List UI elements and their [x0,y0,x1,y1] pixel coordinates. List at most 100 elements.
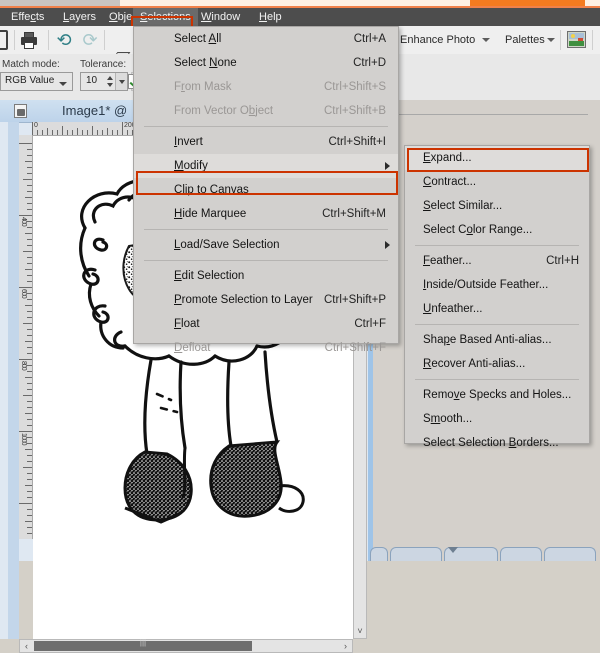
horizontal-scroll-thumb[interactable] [34,641,252,651]
panel-tab-1[interactable] [370,547,388,561]
menu-separator [415,324,579,325]
submenu-item-select-similar[interactable]: Select Similar... [405,194,589,218]
toolbar-separator-2 [48,30,49,50]
menu-label: Shape Based Anti-alias... [423,334,552,346]
menu-label: From Mask [174,81,232,93]
document-left-gutter [0,122,8,639]
menu-accel: Ctrl+F [354,318,386,330]
menu-label: Hide Marquee [174,208,247,220]
tolerance-dropdown-icon[interactable] [115,73,127,90]
selections-dropdown-menu: Select All Ctrl+A Select None Ctrl+D Fro… [133,26,399,354]
undo-icon[interactable]: ⟲ [54,30,74,50]
palette-preview-icon[interactable] [567,31,586,48]
ruler-v-label-400: 400 [20,217,27,226]
menu-item-invert[interactable]: Invert Ctrl+Shift+I [134,130,398,154]
menu-label: Recover Anti-alias... [423,358,526,370]
menu-label: Edit Selection [174,270,245,282]
menu-label: Defloat [174,342,211,354]
menu-item-hide-marquee[interactable]: Hide Marquee Ctrl+Shift+M [134,202,398,226]
submenu-item-remove-specks-and-holes[interactable]: Remove Specks and Holes... [405,383,589,407]
submenu-item-shape-based-anti-alias[interactable]: Shape Based Anti-alias... [405,328,589,352]
palettes-button[interactable]: Palettes [505,31,545,49]
menu-label: Load/Save Selection [174,239,280,251]
submenu-item-expand[interactable]: Expand... [405,146,589,170]
menu-accel: Ctrl+A [353,33,386,45]
top-tab-strip [0,0,600,8]
menu-label: Remove Specks and Holes... [423,389,572,401]
submenu-item-select-selection-borders[interactable]: Select Selection Borders... [405,431,589,455]
submenu-item-unfeather[interactable]: Unfeather... [405,297,589,321]
palettes-chevron-down-icon[interactable] [547,38,555,42]
modify-submenu: Expand... Contract... Select Similar... … [404,145,590,449]
menu-separator [415,245,579,246]
scroll-down-arrow-icon[interactable]: ˅ [354,625,366,638]
menu-separator [144,260,388,261]
match-mode-select[interactable]: RGB Value [0,72,73,91]
menu-separator [144,126,388,127]
menu-item-from-mask: From Mask Ctrl+Shift+S [134,75,398,99]
document-left-band [8,122,19,639]
menu-item-float[interactable]: Float Ctrl+F [134,312,398,336]
menu-item-load-save-selection[interactable]: Load/Save Selection [134,233,398,257]
menu-label: Float [174,318,200,330]
canvas-horizontal-scrollbar[interactable]: ‹ › [19,639,353,653]
menu-label: Select None [174,57,237,69]
submenu-item-contract[interactable]: Contract... [405,170,589,194]
panel-tab-2[interactable] [390,547,442,561]
scroll-right-arrow-icon[interactable]: › [339,640,352,652]
menu-accel: Ctrl+Shift+F [324,342,386,354]
toolbar-separator-5 [560,30,561,50]
menubar-label-effects: Effects [11,11,45,23]
enhance-photo-chevron-down-icon[interactable] [482,38,490,42]
submenu-arrow-icon [385,162,390,170]
menu-label: Promote Selection to Layer [174,294,313,306]
menu-accel: Ctrl+Shift+I [328,136,386,148]
tolerance-stepper[interactable]: 10 [80,72,128,91]
menu-item-edit-selection[interactable]: Edit Selection [134,264,398,288]
submenu-item-recover-anti-alias[interactable]: Recover Anti-alias... [405,352,589,376]
panel-chevron-down-icon[interactable] [448,547,458,553]
menu-label: Inside/Outside Feather... [423,279,549,291]
menubar-item-window[interactable]: Window [194,8,247,26]
menu-item-select-none[interactable]: Select None Ctrl+D [134,51,398,75]
menu-accel: Ctrl+Shift+P [324,294,386,306]
toolbar-separator-3 [104,30,105,50]
redo-icon[interactable]: ⟳ [80,30,100,50]
enhance-photo-button[interactable]: Enhance Photo [400,31,475,49]
menu-item-promote-selection-to-layer[interactable]: Promote Selection to Layer Ctrl+Shift+P [134,288,398,312]
panel-tab-row [370,545,598,561]
menu-item-clip-to-canvas[interactable]: Clip to Canvas [134,178,398,202]
menubar-item-effects[interactable]: Effects [4,8,51,26]
menu-label: From Vector Object [174,105,274,117]
application-window: Effects Layers Objects Selections Window… [0,0,600,653]
menu-label: Smooth... [423,413,473,425]
panel-tab-5[interactable] [544,547,596,561]
menu-accel: Ctrl+D [353,57,386,69]
tolerance-increment-icon[interactable] [107,76,113,80]
printer-icon[interactable] [19,30,39,50]
tolerance-decrement-icon[interactable] [107,83,113,87]
menu-item-defloat: Defloat Ctrl+Shift+F [134,336,398,360]
menu-item-select-all[interactable]: Select All Ctrl+A [134,27,398,51]
menu-label: Select Color Range... [423,224,533,236]
tolerance-label: Tolerance: [80,59,127,70]
menubar-label-help: Help [259,11,282,23]
match-mode-value: RGB Value [5,75,55,86]
document-icon [14,104,27,118]
menubar-item-help[interactable]: Help [252,8,289,26]
partial-tool-icon[interactable] [0,30,8,50]
menu-label: Feather... [423,255,472,267]
tolerance-value: 10 [86,75,98,86]
toolbar-separator-1 [14,30,15,50]
menu-label: Clip to Canvas [174,184,249,196]
submenu-item-feather[interactable]: Feather... Ctrl+H [405,249,589,273]
menubar-item-layers[interactable]: Layers [56,8,103,26]
menu-label: Modify [174,160,208,172]
panel-tab-4[interactable] [500,547,542,561]
submenu-item-smooth[interactable]: Smooth... [405,407,589,431]
match-mode-chevron-down-icon [59,82,67,86]
scroll-left-arrow-icon[interactable]: ‹ [20,640,33,652]
submenu-item-inside-outside-feather[interactable]: Inside/Outside Feather... [405,273,589,297]
submenu-item-select-color-range[interactable]: Select Color Range... [405,218,589,242]
menu-item-modify[interactable]: Modify [134,154,398,178]
